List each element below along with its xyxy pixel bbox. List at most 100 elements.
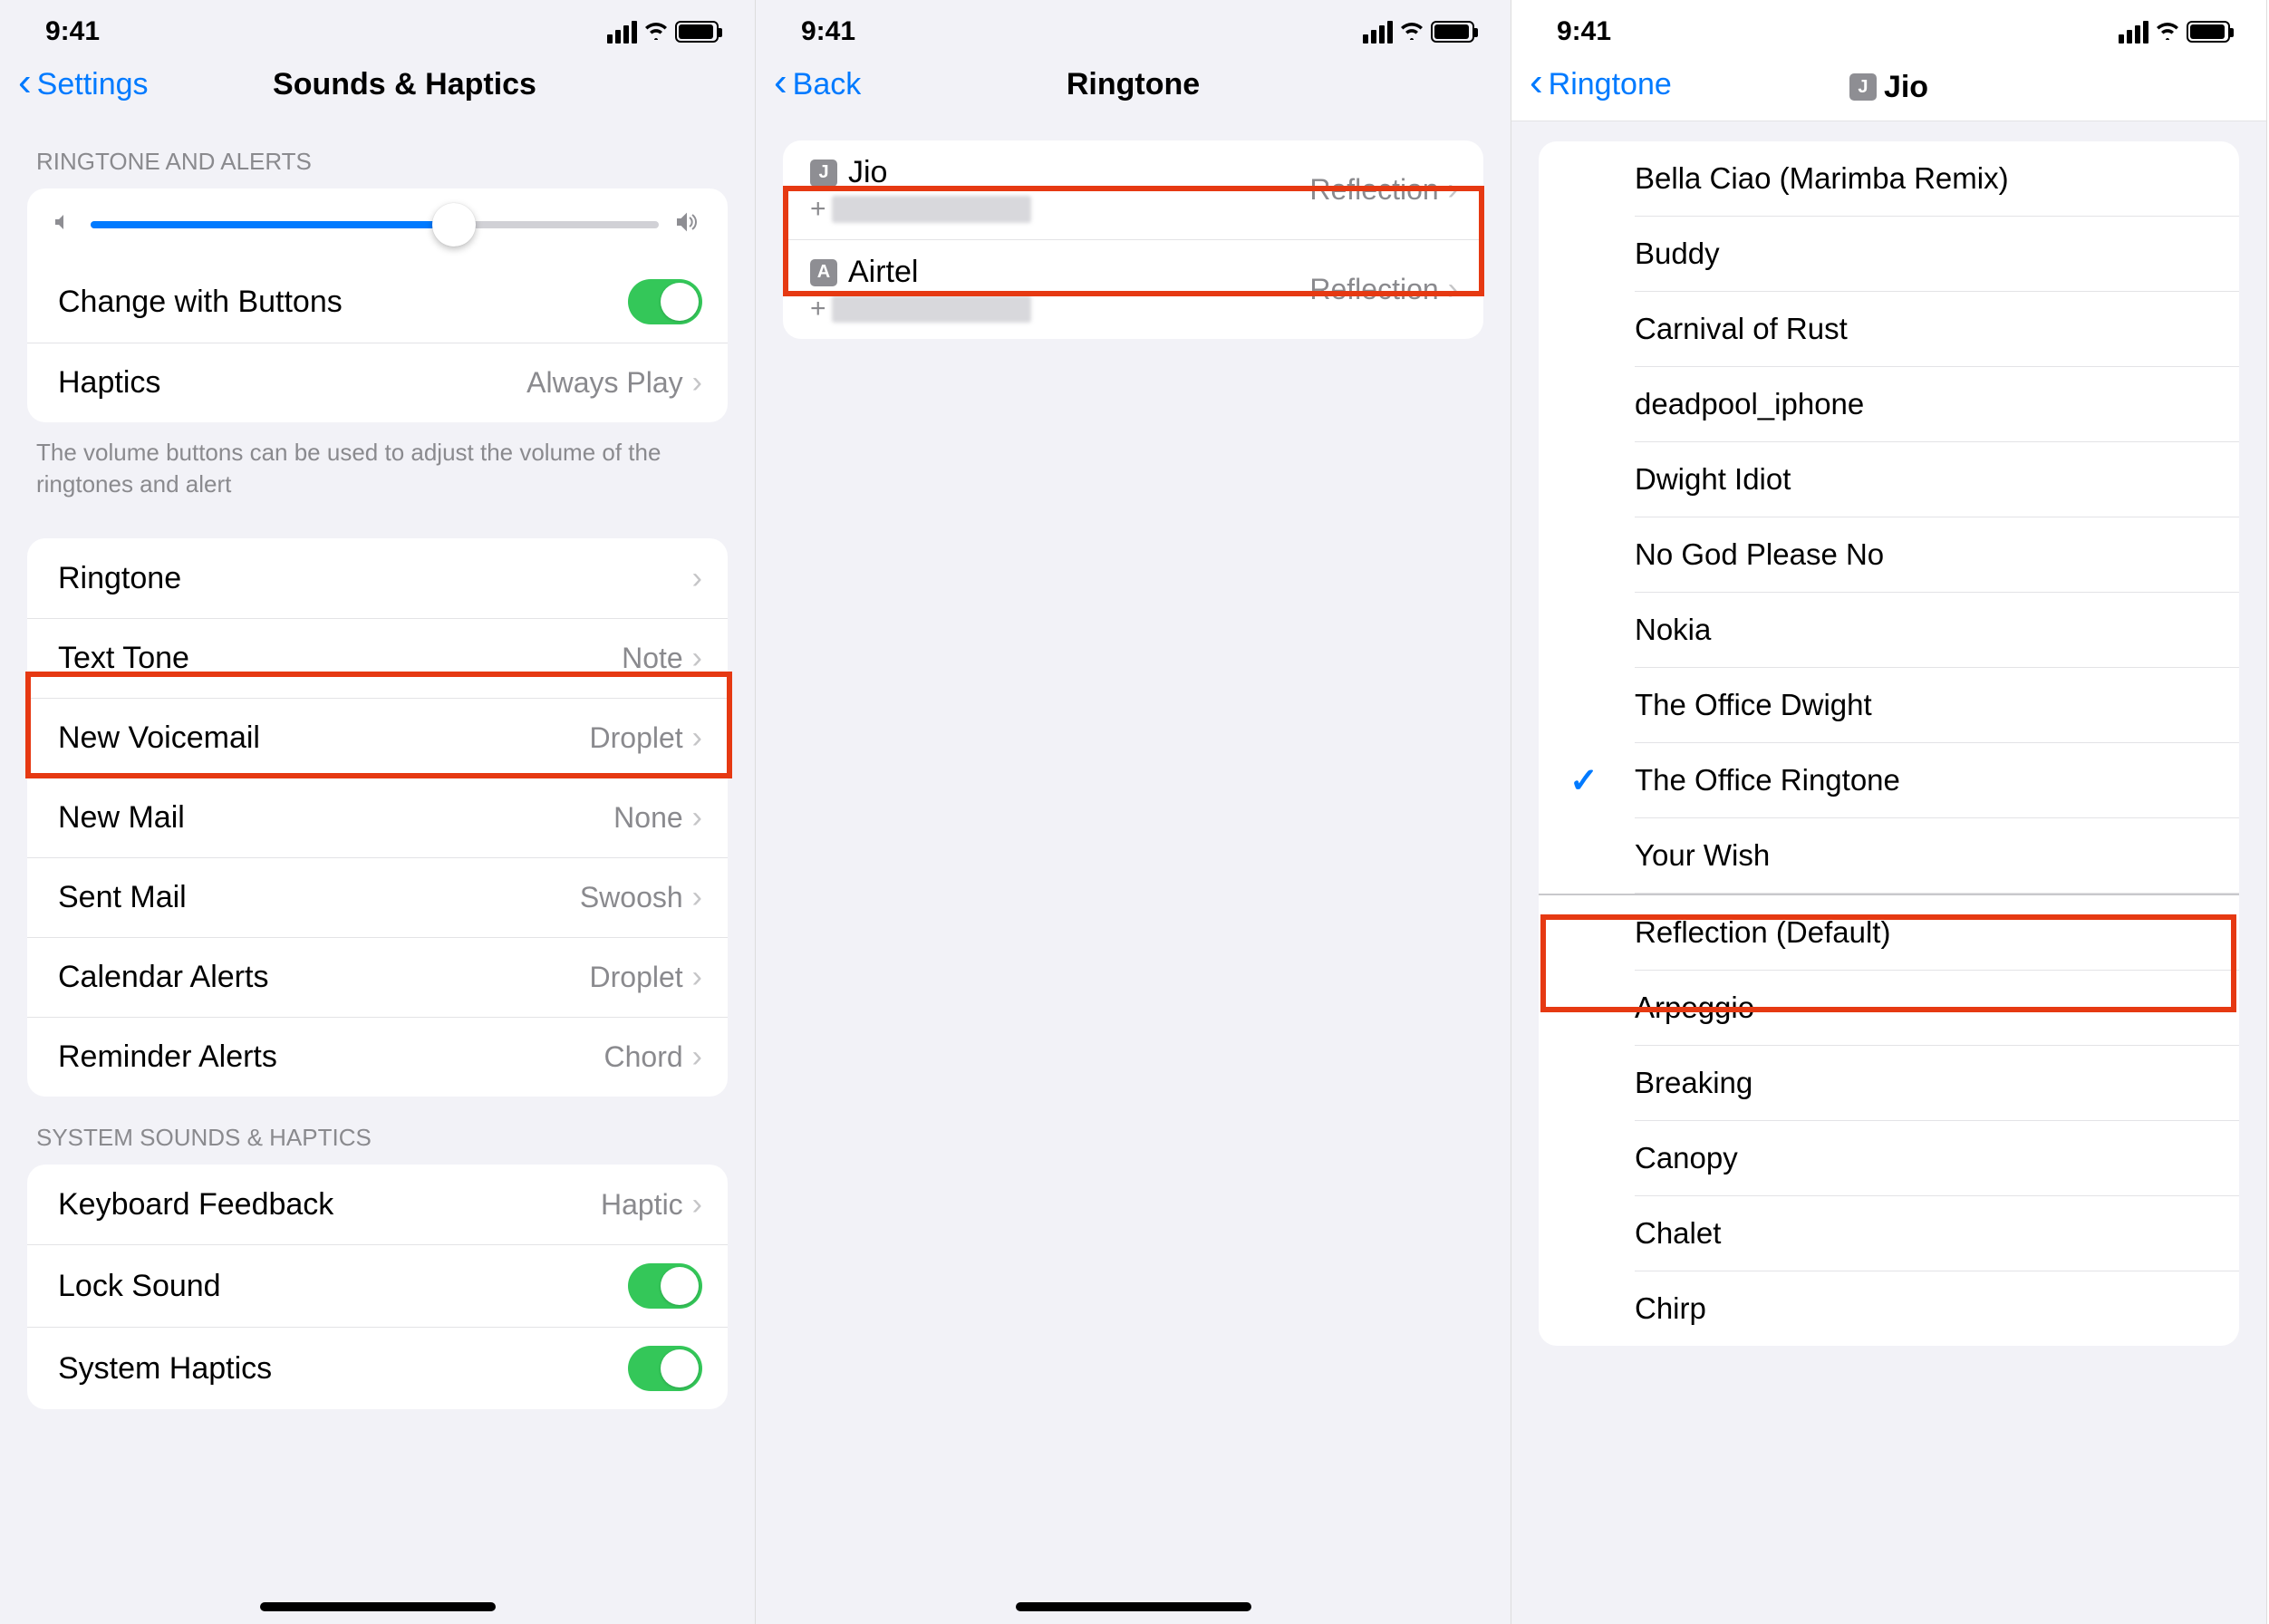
chevron-left-icon: ‹ [18, 71, 32, 94]
status-bar: 9:41 [0, 0, 755, 56]
toggle-on[interactable] [628, 279, 702, 324]
sound-row-ringtone[interactable]: Ringtone› [27, 538, 728, 618]
ringtone-option[interactable]: Dwight Idiot [1635, 442, 2239, 517]
wifi-icon [1398, 18, 1425, 46]
chevron-right-icon: › [1448, 272, 1458, 307]
redacted-number [832, 295, 1031, 323]
sim-row-airtel[interactable]: AAirtel+Reflection› [783, 239, 1483, 339]
redacted-number [832, 196, 1031, 223]
toggle-on[interactable] [628, 1346, 702, 1391]
ringtone-name: The Office Dwight [1635, 688, 1872, 722]
ringtone-name: Dwight Idiot [1635, 462, 1791, 497]
chevron-left-icon: ‹ [1530, 71, 1543, 94]
toggle-on[interactable] [628, 1263, 702, 1309]
row-value: Reflection [1309, 273, 1438, 306]
volume-low-icon [53, 210, 74, 239]
back-button[interactable]: ‹ Ringtone [1530, 67, 1672, 102]
chevron-right-icon: › [692, 960, 702, 995]
page-title: Ringtone [756, 67, 1511, 102]
row-label: Haptics [58, 365, 526, 401]
sim-badge: J [810, 160, 837, 187]
ringtone-option[interactable]: Nokia [1635, 593, 2239, 668]
row-value: Always Play [526, 366, 683, 400]
haptics-row[interactable]: Haptics Always Play › [27, 343, 728, 422]
row-value: Swoosh [580, 881, 683, 914]
chevron-right-icon: › [692, 720, 702, 756]
system-haptics-row[interactable]: System Haptics [27, 1327, 728, 1409]
row-value: Reflection [1309, 173, 1438, 207]
row-value: Chord [604, 1040, 683, 1074]
sound-row-reminder-alerts[interactable]: Reminder AlertsChord› [27, 1017, 728, 1097]
ringtone-option[interactable]: ✓The Office Ringtone [1635, 743, 2239, 818]
status-bar: 9:41 [756, 0, 1511, 56]
row-label: Ringtone [58, 561, 692, 596]
ringtone-name: Chirp [1635, 1291, 1706, 1326]
back-button[interactable]: ‹ Back [774, 67, 861, 102]
wifi-icon [642, 18, 670, 46]
ringtone-option[interactable]: Chirp [1635, 1271, 2239, 1346]
ringtone-option[interactable]: Carnival of Rust [1635, 292, 2239, 367]
sound-row-text-tone[interactable]: Text ToneNote› [27, 618, 728, 698]
chevron-right-icon: › [692, 641, 702, 676]
row-label: New Mail [58, 800, 613, 836]
row-label: Keyboard Feedback [58, 1187, 601, 1223]
section-footer: The volume buttons can be used to adjust… [0, 422, 755, 500]
ringtone-option[interactable]: Chalet [1635, 1196, 2239, 1271]
home-indicator [1016, 1602, 1251, 1611]
battery-icon [2187, 21, 2230, 43]
cellular-icon [2119, 21, 2148, 44]
ringtone-option[interactable]: Breaking [1635, 1046, 2239, 1121]
ringtone-name: Bella Ciao (Marimba Remix) [1635, 161, 2009, 196]
back-label: Ringtone [1549, 67, 1672, 102]
row-value: None [613, 801, 683, 835]
section-header: RINGTONE AND ALERTS [0, 121, 755, 188]
sim-number: + [810, 294, 1309, 324]
chevron-right-icon: › [692, 365, 702, 401]
sim-name: Airtel [848, 255, 918, 290]
keyboard-feedback-row[interactable]: Keyboard Feedback Haptic › [27, 1165, 728, 1244]
row-label: Sent Mail [58, 880, 580, 915]
chevron-right-icon: › [692, 1187, 702, 1223]
volume-slider-row [27, 188, 728, 261]
back-button[interactable]: ‹ Settings [18, 67, 149, 102]
ringtone-option[interactable]: Arpeggio [1635, 971, 2239, 1046]
row-label: Text Tone [58, 641, 622, 676]
chevron-right-icon: › [1448, 172, 1458, 208]
ringtone-option[interactable]: Canopy [1635, 1121, 2239, 1196]
ringtone-option[interactable]: Buddy [1635, 217, 2239, 292]
ringtone-name: Canopy [1635, 1141, 1738, 1175]
ringtone-name: No God Please No [1635, 537, 1884, 572]
ringtone-name: Your Wish [1635, 838, 1770, 873]
sound-row-new-voicemail[interactable]: New VoicemailDroplet› [27, 698, 728, 778]
screen-ringtone-sims: 9:41 ‹ Back Ringtone JJio+Reflection›AAi… [756, 0, 1511, 1624]
ringtone-option[interactable]: No God Please No [1635, 517, 2239, 593]
ringtone-name: Arpeggio [1635, 991, 1754, 1025]
sim-name: Jio [848, 155, 887, 190]
page-title: Jio [1884, 70, 1928, 105]
change-with-buttons-row[interactable]: Change with Buttons [27, 261, 728, 343]
sound-row-new-mail[interactable]: New MailNone› [27, 778, 728, 857]
status-bar: 9:41 [1511, 0, 2266, 56]
volume-slider[interactable] [91, 221, 659, 228]
ringtone-alerts-group: Change with Buttons Haptics Always Play … [27, 188, 728, 422]
back-label: Back [793, 67, 862, 102]
chevron-right-icon: › [692, 880, 702, 915]
ringtone-name: Buddy [1635, 237, 1720, 271]
row-value: Droplet [590, 961, 683, 994]
nav-bar: ‹ Ringtone J Jio [1511, 56, 2266, 121]
lock-sound-row[interactable]: Lock Sound [27, 1244, 728, 1327]
ringtone-option[interactable]: Your Wish [1635, 818, 2239, 894]
sound-row-calendar-alerts[interactable]: Calendar AlertsDroplet› [27, 937, 728, 1017]
ringtone-option[interactable]: Bella Ciao (Marimba Remix) [1635, 141, 2239, 217]
row-value: Droplet [590, 721, 683, 755]
chevron-right-icon: › [692, 1039, 702, 1075]
row-label: System Haptics [58, 1351, 628, 1387]
screen-sounds-haptics: 9:41 ‹ Settings Sounds & Haptics RINGTON… [0, 0, 756, 1624]
cellular-icon [607, 21, 637, 44]
sound-row-sent-mail[interactable]: Sent MailSwoosh › [27, 857, 728, 937]
ringtone-option[interactable]: Reflection (Default) [1635, 895, 2239, 971]
ringtone-option[interactable]: The Office Dwight [1635, 668, 2239, 743]
sim-row-jio[interactable]: JJio+Reflection› [783, 140, 1483, 239]
ringtone-option[interactable]: deadpool_iphone [1635, 367, 2239, 442]
status-time: 9:41 [45, 16, 100, 47]
